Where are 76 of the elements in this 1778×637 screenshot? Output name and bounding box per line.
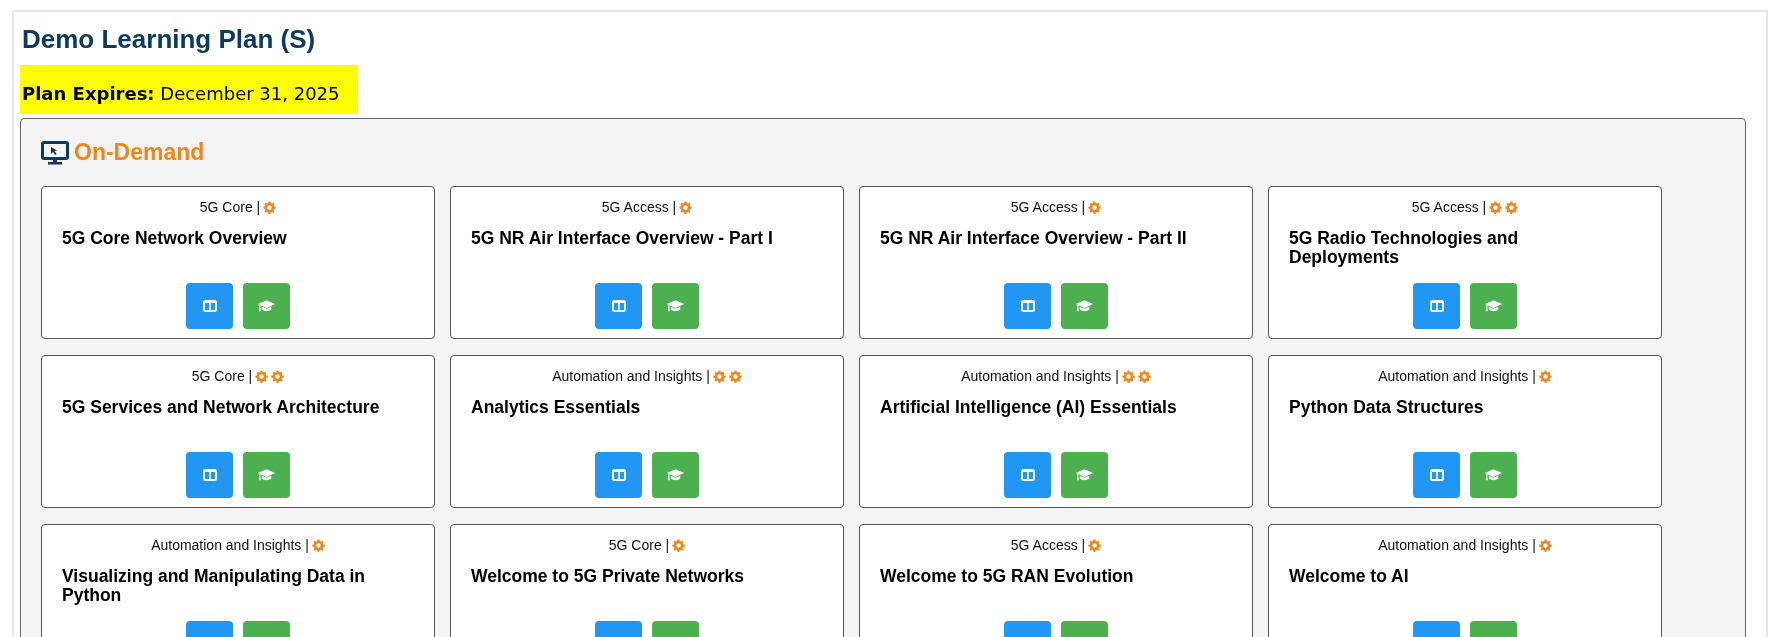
gear-icon bbox=[1538, 538, 1552, 552]
details-button[interactable] bbox=[1413, 283, 1460, 329]
expiry-banner: Plan Expires: December 31, 2025 bbox=[20, 65, 358, 114]
columns-icon bbox=[202, 469, 217, 481]
course-title: 5G Core Network Overview bbox=[62, 229, 288, 250]
enroll-button[interactable] bbox=[652, 283, 699, 329]
course-title: 5G NR Air Interface Overview - Part I bbox=[471, 229, 774, 250]
course-title: Analytics Essentials bbox=[471, 398, 642, 419]
course-title: Visualizing and Manipulating Data in Python bbox=[62, 567, 367, 607]
course-title: Artificial Intelligence (AI) Essentials bbox=[880, 398, 1178, 419]
course-title: Welcome to 5G RAN Evolution bbox=[880, 567, 1135, 588]
course-title: 5G NR Air Interface Overview - Part II bbox=[880, 229, 1188, 250]
columns-icon bbox=[1429, 300, 1444, 312]
gear-icon bbox=[712, 369, 726, 383]
enroll-button[interactable] bbox=[243, 283, 290, 329]
course-title: Python Data Structures bbox=[1289, 398, 1485, 419]
course-title: Welcome to AI bbox=[1289, 567, 1410, 588]
enroll-button[interactable] bbox=[1470, 283, 1517, 329]
graduation-cap-icon bbox=[1075, 468, 1094, 482]
details-button[interactable] bbox=[186, 452, 233, 498]
columns-icon bbox=[202, 300, 217, 312]
graduation-cap-icon bbox=[1484, 299, 1503, 313]
course-title: Welcome to 5G Private Networks bbox=[471, 567, 745, 588]
gear-icon bbox=[679, 200, 693, 214]
graduation-cap-icon bbox=[257, 468, 276, 482]
columns-icon bbox=[1020, 300, 1035, 312]
course-category: 5G Access | bbox=[1010, 199, 1086, 215]
gear-icon bbox=[1489, 200, 1503, 214]
gear-icon bbox=[672, 538, 686, 552]
enroll-button[interactable] bbox=[1061, 283, 1108, 329]
details-button[interactable] bbox=[1413, 452, 1460, 498]
graduation-cap-icon bbox=[1075, 299, 1094, 313]
columns-icon bbox=[1020, 469, 1035, 481]
gear-icon bbox=[255, 369, 269, 383]
gear-icon bbox=[311, 538, 325, 552]
plan-title: Demo Learning Plan (S) bbox=[22, 24, 317, 55]
gear-icon bbox=[1538, 369, 1552, 383]
gear-icon bbox=[728, 369, 742, 383]
graduation-cap-icon bbox=[1484, 468, 1503, 482]
section-title: On-Demand bbox=[74, 139, 205, 166]
details-button[interactable] bbox=[186, 283, 233, 329]
details-button[interactable] bbox=[595, 452, 642, 498]
course-category: 5G Access | bbox=[601, 199, 677, 215]
details-button[interactable] bbox=[1004, 452, 1051, 498]
enroll-button[interactable] bbox=[1061, 452, 1108, 498]
details-button[interactable] bbox=[1004, 283, 1051, 329]
gear-icon bbox=[263, 200, 277, 214]
enroll-button[interactable] bbox=[1470, 452, 1517, 498]
course-category: Automation and Insights | bbox=[151, 537, 309, 553]
gear-icon bbox=[271, 369, 285, 383]
gear-icon bbox=[1088, 538, 1102, 552]
enroll-button[interactable] bbox=[243, 452, 290, 498]
course-title: 5G Radio Technologies and Deployments bbox=[1289, 229, 1520, 269]
course-category: 5G Access | bbox=[1411, 199, 1487, 215]
course-category: Automation and Insights | bbox=[961, 368, 1119, 384]
monitor-icon bbox=[41, 140, 69, 165]
details-button[interactable] bbox=[595, 283, 642, 329]
columns-icon bbox=[1429, 469, 1444, 481]
course-category: Automation and Insights | bbox=[552, 368, 710, 384]
course-category: Automation and Insights | bbox=[1378, 368, 1536, 384]
gear-icon bbox=[1505, 200, 1519, 214]
columns-icon bbox=[611, 300, 626, 312]
gear-icon bbox=[1088, 200, 1102, 214]
graduation-cap-icon bbox=[666, 468, 685, 482]
course-category: 5G Core | bbox=[608, 537, 670, 553]
graduation-cap-icon bbox=[666, 299, 685, 313]
enroll-button[interactable] bbox=[652, 452, 699, 498]
course-category: 5G Core | bbox=[191, 368, 253, 384]
graduation-cap-icon bbox=[257, 299, 276, 313]
columns-icon bbox=[611, 469, 626, 481]
course-category: 5G Access | bbox=[1010, 537, 1086, 553]
course-title: 5G Services and Network Architecture bbox=[62, 398, 381, 419]
gear-icon bbox=[1121, 369, 1135, 383]
course-category: Automation and Insights | bbox=[1378, 537, 1536, 553]
gear-icon bbox=[1137, 369, 1151, 383]
course-category: 5G Core | bbox=[199, 199, 261, 215]
